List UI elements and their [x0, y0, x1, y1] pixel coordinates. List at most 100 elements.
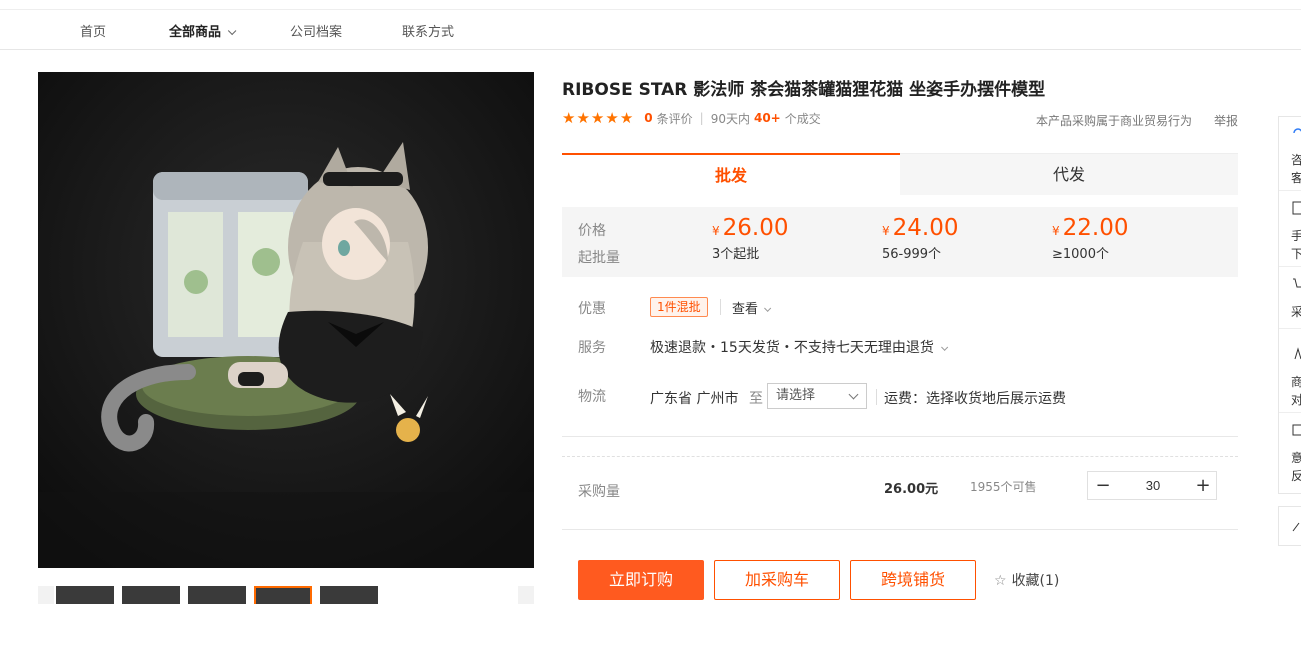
- deal-label: 个成交: [784, 111, 821, 126]
- tier-price: 22.00: [1062, 215, 1129, 241]
- thumbnail-strip: [38, 586, 534, 604]
- chevron-down-icon: [848, 389, 859, 400]
- thumbnail-prev-button[interactable]: [38, 586, 54, 604]
- sidebar-item-mobile[interactable]: 手 下: [1279, 193, 1301, 267]
- currency-symbol: ¥: [712, 224, 720, 238]
- tab-wholesale[interactable]: 批发: [562, 153, 900, 195]
- nav-all-products-label: 全部商品: [169, 25, 222, 40]
- star-icon: ★: [619, 109, 634, 127]
- service-text: 极速退款・15天发货・不支持七天无理由退货: [650, 340, 934, 356]
- sidebar-item-cart[interactable]: 采: [1279, 269, 1301, 329]
- back-to-top-button[interactable]: [1278, 506, 1301, 546]
- unit-price: 26.00元: [884, 482, 939, 497]
- star-outline-icon: ☆: [994, 573, 1007, 589]
- compare-icon: [1294, 347, 1301, 360]
- divider: [876, 389, 877, 405]
- service-dropdown[interactable]: 极速退款・15天发货・不支持七天无理由退货: [650, 337, 948, 357]
- product-title: RIBOSE STAR 影法师 茶会猫茶罐猫狸花猫 坐姿手办摆件模型: [562, 80, 1046, 100]
- order-now-button[interactable]: 立即订购: [578, 560, 704, 600]
- sidebar-item-compare[interactable]: 商 对: [1279, 339, 1301, 413]
- price-tier: ¥26.00 3个起批: [712, 215, 789, 262]
- sidebar-item-label: 商: [1291, 375, 1301, 389]
- thumbnail-next-button[interactable]: [518, 586, 534, 604]
- tier-price: 24.00: [892, 215, 959, 241]
- sidebar-item-label: 咨: [1291, 153, 1301, 167]
- chevron-down-icon: [764, 304, 772, 312]
- divider: |: [699, 111, 704, 125]
- floating-sidebar: 咨 客 手 下 采 商 对 意 反: [1278, 116, 1301, 494]
- star-icon: ★: [562, 109, 576, 127]
- price-panel: 价格 起批量 ¥26.00 3个起批 ¥24.00 56-999个 ¥22.00…: [562, 207, 1238, 277]
- service-label: 服务: [578, 340, 606, 356]
- star-icon: ★: [605, 109, 619, 127]
- sidebar-item-label: 客: [1291, 171, 1301, 185]
- promo-view-dropdown[interactable]: 查看: [732, 298, 772, 317]
- favorite-button[interactable]: ☆ 收藏(1): [994, 570, 1059, 590]
- sidebar-item-label: 对: [1291, 393, 1301, 407]
- deal-count: 40+: [753, 111, 781, 125]
- tier-moq: ≥1000个: [1052, 247, 1109, 262]
- purchase-tabs: 批发 代发: [562, 153, 1238, 195]
- price-label: 价格: [578, 223, 606, 239]
- quantity-label: 采购量: [578, 484, 620, 500]
- currency-symbol: ¥: [1052, 224, 1060, 238]
- sidebar-item-label: 采: [1291, 305, 1301, 319]
- tier-price: 26.00: [722, 215, 789, 241]
- sidebar-item-label: 下: [1291, 247, 1301, 261]
- divider: [720, 299, 721, 315]
- chevron-down-icon: [940, 343, 948, 351]
- sidebar-item-label: 反: [1291, 469, 1301, 483]
- logistics-label: 物流: [578, 389, 606, 405]
- nav-all-products[interactable]: 全部商品: [169, 21, 237, 40]
- report-link[interactable]: 举报: [1214, 112, 1238, 129]
- thumbnail-active[interactable]: [254, 586, 312, 604]
- tier-moq: 3个起批: [712, 247, 760, 262]
- thumbnail[interactable]: [188, 586, 246, 604]
- product-page: 首页 全部商品 公司档案 联系方式 RIBOSE STAR 影法师 茶会猫茶罐猫…: [0, 0, 1301, 648]
- arrow-up-icon: [1292, 522, 1300, 532]
- destination-select[interactable]: 请选择: [767, 383, 867, 409]
- feedback-icon: [1292, 424, 1301, 436]
- trade-notice: 本产品采购属于商业贸易行为: [1036, 114, 1193, 128]
- sidebar-item-label: 意: [1291, 451, 1301, 465]
- quantity-input[interactable]: [1118, 472, 1188, 499]
- cross-border-button[interactable]: 跨境铺货: [850, 560, 976, 600]
- nav-contact[interactable]: 联系方式: [402, 21, 454, 40]
- divider: [562, 436, 1238, 437]
- destination-placeholder: 请选择: [776, 388, 816, 403]
- divider: [562, 456, 1238, 457]
- thumbnail[interactable]: [320, 586, 378, 604]
- review-label[interactable]: 条评价: [657, 110, 693, 127]
- thumbnail[interactable]: [122, 586, 180, 604]
- decrement-button[interactable]: −: [1088, 472, 1118, 499]
- increment-button[interactable]: +: [1188, 472, 1218, 499]
- sidebar-item-feedback[interactable]: 意 反: [1279, 415, 1301, 489]
- tab-dropship[interactable]: 代发: [900, 153, 1238, 195]
- star-icon: ★: [576, 109, 590, 127]
- quantity-stepper: − +: [1087, 471, 1217, 500]
- cart-icon: [1293, 278, 1301, 288]
- tier-moq: 56-999个: [882, 247, 942, 262]
- price-tier: ¥24.00 56-999个: [882, 215, 959, 262]
- currency-symbol: ¥: [882, 224, 890, 238]
- review-count[interactable]: 0: [644, 111, 652, 125]
- rating-row: ★ ★ ★ ★ ★ 0 条评价 | 90天内 40+ 个成交: [562, 109, 821, 127]
- product-photo: [38, 72, 534, 568]
- add-to-cart-button[interactable]: 加采购车: [714, 560, 840, 600]
- freight-info: 运费：选择收货地后展示运费: [884, 391, 1066, 407]
- favorite-label: 收藏(1): [1011, 573, 1060, 589]
- nav-home[interactable]: 首页: [80, 21, 106, 40]
- product-main-image[interactable]: [38, 72, 534, 568]
- sidebar-item-customer-service[interactable]: 咨 客: [1279, 117, 1301, 191]
- shop-nav: 首页 全部商品 公司档案 联系方式: [0, 10, 1301, 50]
- ship-origin: 广东省 广州市: [650, 391, 739, 407]
- chevron-down-icon: [227, 26, 237, 36]
- divider: [562, 529, 1238, 530]
- promo-label: 优惠: [578, 301, 606, 317]
- thumbnail[interactable]: [56, 586, 114, 604]
- ship-to-label: 至: [749, 391, 763, 407]
- price-tier: ¥22.00 ≥1000个: [1052, 215, 1129, 262]
- days-label: 90天内: [710, 111, 750, 126]
- nav-company-profile[interactable]: 公司档案: [290, 21, 342, 40]
- mixed-batch-badge: 1件混批: [650, 297, 708, 317]
